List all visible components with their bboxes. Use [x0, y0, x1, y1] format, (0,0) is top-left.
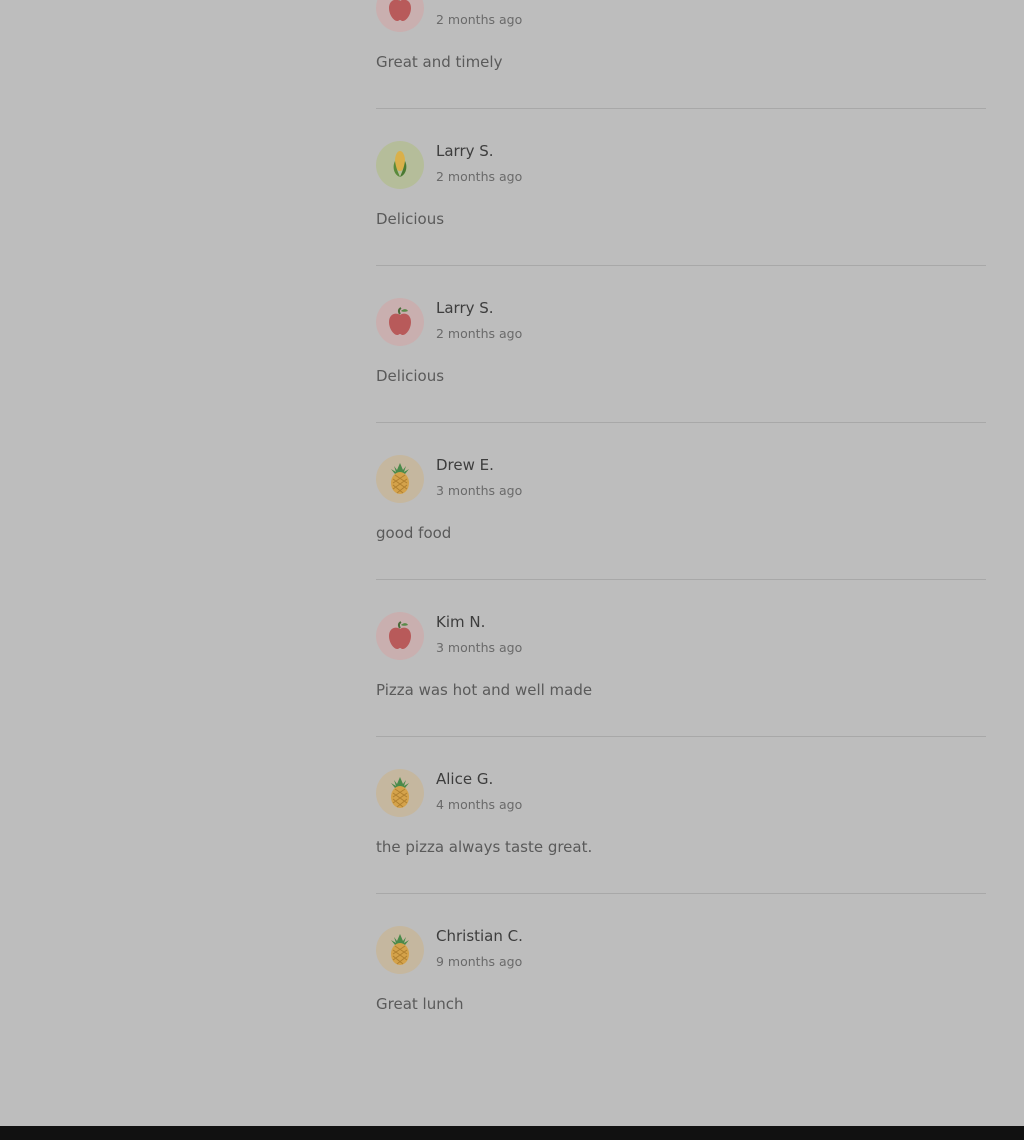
review-time: 9 months ago [436, 954, 523, 969]
review-item: Drew E. 3 months ago good food [376, 314, 986, 580]
review-item: Larry S. 2 months ago Delicious [376, 0, 986, 266]
review-text: Great lunch [376, 995, 464, 1013]
review-item: Kim N. 3 months ago Pizza was hot and we… [376, 471, 986, 737]
pineapple-icon [376, 926, 424, 974]
review-item: Christian C. 9 months ago Great lunch [376, 785, 986, 1013]
review-item: Alice G. 4 months ago the pizza always t… [376, 628, 986, 894]
review-item: Larry S. 2 months ago Delicious [376, 157, 986, 423]
reviews-page: 2 months ago Great and timely Larry S. 2… [0, 0, 1024, 1140]
reviewer-name: Christian C. [436, 927, 523, 945]
footer-bar [0, 1126, 1024, 1140]
